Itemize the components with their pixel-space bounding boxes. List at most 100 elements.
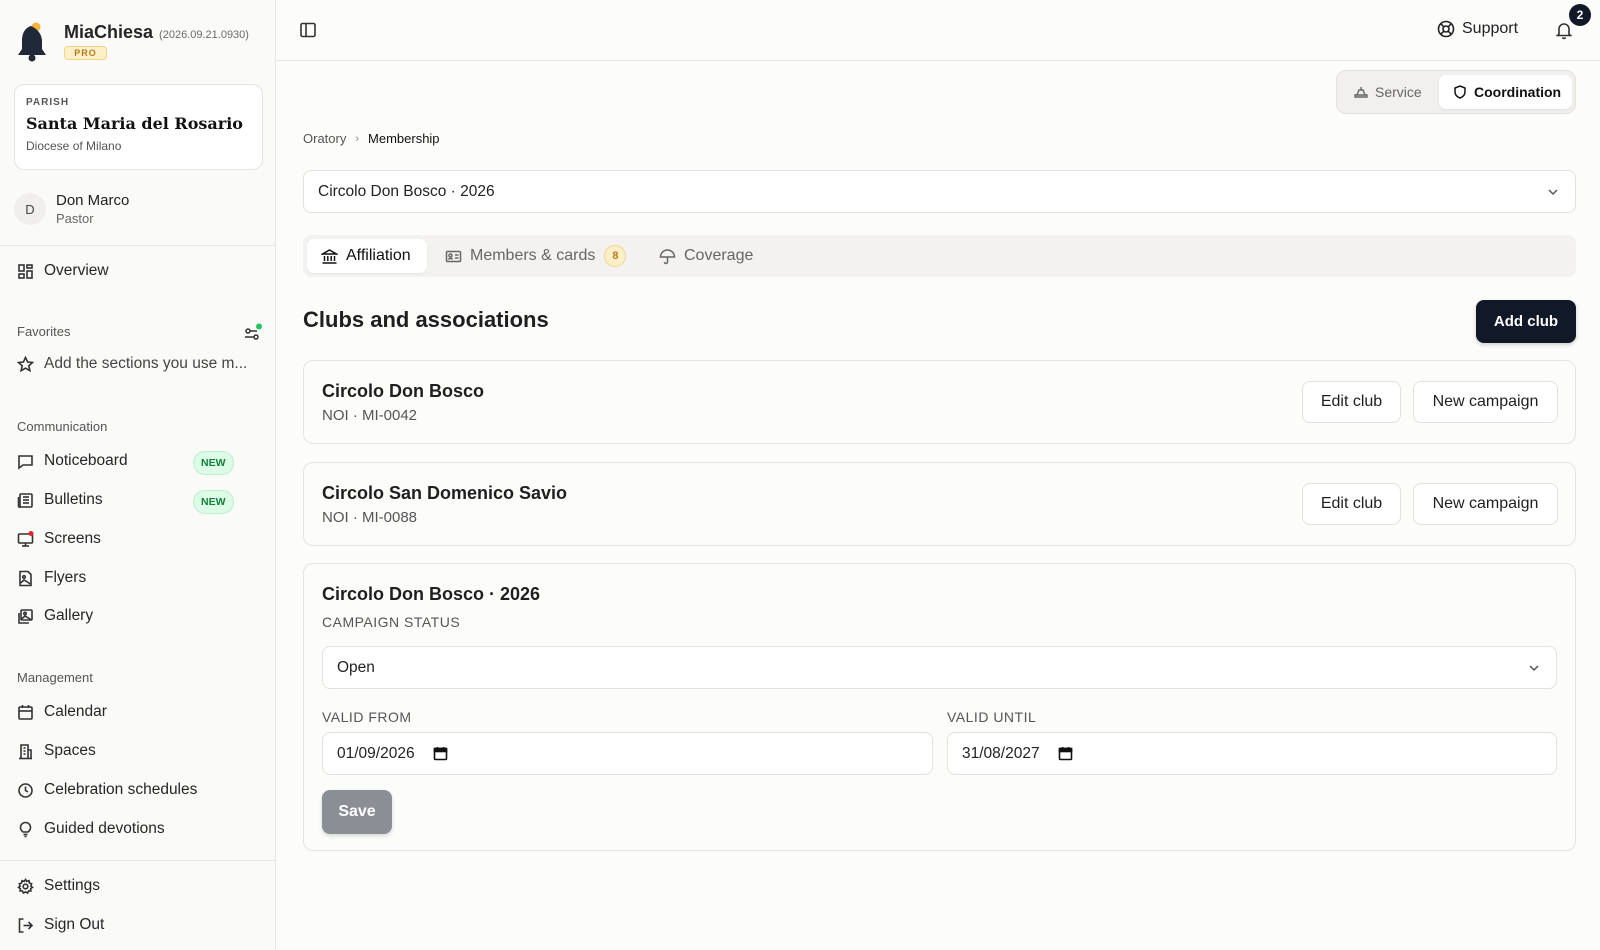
mode-coordination-button[interactable]: Coordination (1439, 75, 1572, 109)
topbar: Support 2 (276, 0, 1600, 61)
mode-switch: Service Coordination (1336, 70, 1576, 114)
tab-label: Members & cards (470, 247, 596, 264)
online-dot (256, 323, 262, 330)
notification-count-badge: 2 (1569, 4, 1591, 26)
app-name: MiaChiesa (64, 22, 154, 42)
log-out-icon (18, 917, 34, 933)
support-label: Support (1462, 20, 1519, 37)
pro-badge: PRO (64, 46, 107, 60)
mode-service-button[interactable]: Service (1354, 75, 1422, 109)
edit-club-button[interactable]: Edit club (1302, 483, 1401, 525)
tabs: Affiliation Members & cards 8 Coverage (303, 235, 1576, 277)
shield-icon (1454, 85, 1466, 99)
lightbulb-icon (19, 821, 32, 837)
sidebar: MiaChiesa (2026.09.21.0930) PRO PARISH S… (0, 0, 276, 950)
sidebar-item-label: Flyers (44, 569, 87, 586)
file-image-icon (19, 570, 32, 586)
manage-favorites-icon[interactable] (244, 323, 262, 341)
sign-out-button[interactable]: Sign Out (17, 916, 104, 934)
calendar-icon[interactable] (1058, 746, 1073, 761)
campaign-status-select[interactable]: Open (322, 646, 1557, 689)
sidebar-toggle-icon[interactable] (299, 21, 317, 39)
sidebar-item-spaces[interactable]: Spaces (17, 742, 96, 760)
campaign-title: Circolo Don Bosco · 2026 (322, 584, 541, 604)
parish-label: PARISH (26, 97, 70, 108)
sidebar-item-label: Screens (44, 530, 101, 547)
sidebar-item-label: Calendar (44, 703, 107, 720)
tab-members-cards[interactable]: Members & cards 8 (445, 239, 627, 273)
chevron-right-icon: › (355, 132, 360, 145)
divider (0, 245, 276, 246)
club-name: Circolo San Domenico Savio (322, 483, 568, 503)
valid-from-label: VALID FROM (322, 709, 412, 725)
tab-coverage[interactable]: Coverage (659, 239, 753, 273)
user-profile[interactable]: D Don Marco Pastor (14, 192, 129, 226)
message-square-icon (18, 454, 33, 470)
parish-name: Santa Maria del Rosario (26, 114, 243, 133)
edit-club-button[interactable]: Edit club (1302, 381, 1401, 423)
monitor-icon (17, 530, 34, 547)
campaign-select[interactable]: Circolo Don Bosco · 2026 (303, 170, 1576, 213)
club-name: Circolo Don Bosco (322, 381, 485, 401)
sidebar-item-bulletins[interactable]: Bulletins (17, 491, 103, 509)
add-club-button[interactable]: Add club (1476, 300, 1576, 343)
campaign-status-value: Open (337, 658, 375, 676)
chevron-down-icon (1548, 188, 1558, 195)
tab-label: Affiliation (346, 247, 411, 264)
sidebar-item-calendar[interactable]: Calendar (17, 703, 107, 721)
campaign-card: Circolo Don Bosco · 2026 CAMPAIGN STATUS… (303, 563, 1576, 851)
sidebar-item-label: Spaces (44, 742, 96, 759)
newspaper-icon (17, 492, 33, 508)
new-campaign-button[interactable]: New campaign (1413, 381, 1558, 423)
new-badge: NEW (193, 451, 234, 475)
sidebar-item-celebration-schedules[interactable]: Celebration schedules (17, 781, 197, 799)
favorites-hint[interactable]: Add the sections you use m... (17, 355, 247, 373)
life-buoy-icon (1437, 20, 1455, 38)
sidebar-item-noticeboard[interactable]: Noticeboard (17, 452, 128, 470)
avatar: D (14, 193, 46, 225)
brand[interactable]: MiaChiesa (2026.09.21.0930) PRO (16, 22, 249, 62)
sidebar-item-screens[interactable]: Screens (17, 530, 101, 548)
chevron-down-icon (1529, 664, 1539, 671)
sidebar-item-label: Settings (44, 877, 101, 894)
bell-logo-icon (18, 22, 46, 62)
tab-label: Coverage (684, 247, 754, 264)
sidebar-item-gallery[interactable]: Gallery (17, 607, 93, 625)
building-icon (19, 743, 32, 759)
sidebar-item-label: Overview (44, 262, 109, 279)
new-campaign-button[interactable]: New campaign (1413, 483, 1558, 525)
members-count-badge: 8 (604, 245, 627, 267)
valid-until-value: 31/08/2027 (962, 744, 1040, 762)
sidebar-item-label: Sign Out (44, 916, 105, 933)
tab-affiliation[interactable]: Affiliation (307, 239, 427, 273)
breadcrumb-oratory[interactable]: Oratory (303, 131, 346, 146)
parish-card[interactable]: PARISH Santa Maria del Rosario Diocese o… (14, 84, 263, 170)
management-title: Management (17, 670, 93, 685)
sidebar-item-overview[interactable]: Overview (17, 262, 109, 280)
valid-until-label: VALID UNTIL (947, 709, 1037, 725)
sidebar-item-guided-devotions[interactable]: Guided devotions (17, 820, 165, 838)
clock-icon (18, 782, 33, 798)
sidebar-item-label: Guided devotions (44, 820, 165, 837)
gear-icon (17, 877, 34, 894)
hand-helping-icon (1354, 87, 1368, 98)
mode-service-label: Service (1375, 84, 1422, 100)
breadcrumb-current: Membership (368, 131, 440, 146)
new-badge: NEW (193, 490, 234, 514)
divider (0, 860, 276, 861)
save-button[interactable]: Save (322, 790, 392, 834)
valid-from-input[interactable]: 01/09/2026 (322, 732, 933, 775)
club-code: NOI · MI-0042 (322, 407, 418, 424)
support-button[interactable]: Support (1437, 20, 1518, 38)
sidebar-item-label: Noticeboard (44, 452, 128, 469)
sidebar-item-settings[interactable]: Settings (17, 877, 100, 895)
sidebar-item-flyers[interactable]: Flyers (17, 569, 86, 587)
grid-icon (18, 263, 33, 279)
landmark-icon (321, 248, 338, 264)
mode-coordination-label: Coordination (1474, 84, 1562, 100)
star-icon (17, 355, 34, 372)
calendar-icon[interactable] (433, 746, 448, 761)
user-name: Don Marco (56, 192, 130, 209)
bell-icon[interactable] (1554, 20, 1574, 40)
valid-until-input[interactable]: 31/08/2027 (947, 732, 1557, 775)
